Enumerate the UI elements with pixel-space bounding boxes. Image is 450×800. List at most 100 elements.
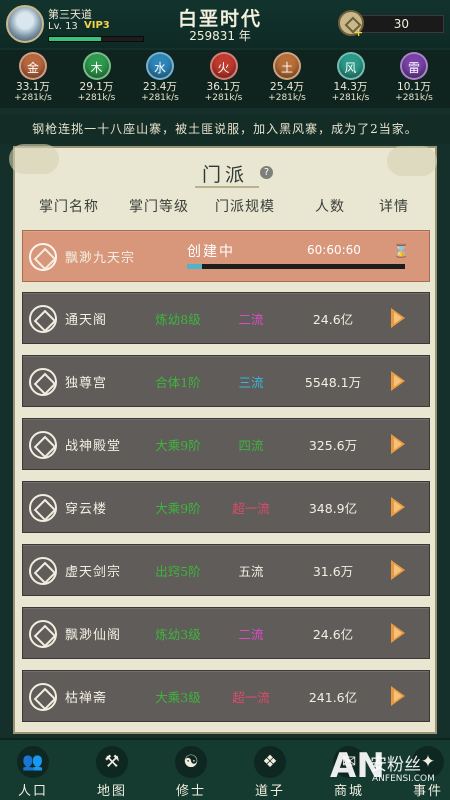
element-orb-icon: 木	[82, 52, 111, 80]
sect-emblem-icon	[29, 620, 57, 648]
sect-name: 通天阁	[65, 313, 108, 328]
coin-counter: 30	[360, 15, 444, 33]
sect-name: 枯禅斋	[65, 691, 108, 706]
coin-value: 30	[393, 17, 409, 31]
element-resource[interactable]: 土 25.4万 +281k/s	[256, 52, 318, 108]
nav-item[interactable]: ⚒ 地图	[82, 746, 142, 799]
sect-panel: 门派 ? 掌门名称 掌门等级 门派规模 人数 详情 飘渺九天宗 创建中 60:6…	[9, 144, 437, 734]
element-orb-icon: 火	[209, 52, 238, 80]
sect-leader-level: 炼幼8级	[155, 312, 201, 327]
element-resource[interactable]: 风 14.3万 +281k/s	[320, 52, 382, 108]
element-resource[interactable]: 水 23.4万 +281k/s	[129, 52, 191, 108]
sect-emblem-icon	[29, 494, 57, 522]
vip-badge[interactable]: VIP3	[84, 20, 110, 31]
sect-emblem-icon	[29, 243, 57, 271]
details-arrow-icon[interactable]	[391, 308, 405, 328]
nav-item[interactable]: ❖ 道子	[240, 746, 300, 799]
sect-row[interactable]: 飘渺仙阁 炼幼3级 二流 24.6亿	[22, 607, 430, 659]
sect-row[interactable]: 枯禅斋 大乘3级 超一流 241.6亿	[22, 670, 430, 722]
element-rate: +281k/s	[141, 93, 179, 103]
panel-title: 门派	[201, 164, 248, 186]
sect-emblem-icon	[29, 368, 57, 396]
element-resource[interactable]: 火 36.1万 +281k/s	[193, 52, 255, 108]
nav-glyph: ☯	[183, 752, 199, 772]
element-resource[interactable]: 金 33.1万 +281k/s	[2, 52, 64, 108]
col-header-leader-level: 掌门等级	[129, 199, 189, 215]
sect-row[interactable]: 独尊宫 合体1阶 三流 5548.1万	[22, 355, 430, 407]
sect-leader-level: 大乘9阶	[155, 438, 201, 453]
xp-bar	[48, 36, 144, 42]
sect-scale: 四流	[238, 438, 264, 453]
sect-row[interactable]: 通天阁 炼幼8级 二流 24.6亿	[22, 292, 430, 344]
details-arrow-icon[interactable]	[391, 434, 405, 454]
details-arrow-icon[interactable]	[391, 686, 405, 706]
element-orb-icon: 风	[336, 52, 365, 80]
element-rate: +281k/s	[331, 93, 370, 103]
sect-name: 虚天剑宗	[65, 565, 122, 580]
sect-row[interactable]: 虚天剑宗 出窍5阶 五流 31.6万	[22, 544, 430, 596]
details-arrow-icon[interactable]	[391, 560, 405, 580]
col-header-leader-name: 掌门名称	[39, 199, 99, 215]
sect-leader-level: 大乘9阶	[155, 501, 201, 516]
sect-scale: 二流	[238, 627, 264, 642]
element-value: 10.1万	[397, 81, 431, 93]
sect-emblem-icon	[29, 557, 57, 585]
nav-item[interactable]: ☯ 修士	[161, 746, 221, 799]
sect-scale: 超一流	[232, 690, 270, 705]
building-timer: 60:60:60	[307, 243, 361, 257]
nav-glyph: 👥	[22, 752, 44, 772]
hourglass-icon[interactable]: ⌛	[393, 244, 409, 259]
nav-glyph: ⚒	[104, 752, 120, 772]
watermark-en: ANFENSI.COM	[372, 774, 435, 784]
sect-scale: 五流	[238, 564, 264, 579]
sect-emblem-icon	[29, 683, 57, 711]
era-year: 259831 年	[189, 29, 251, 43]
element-rate: +281k/s	[77, 93, 116, 103]
sect-population: 5548.1万	[304, 375, 362, 390]
building-progress-fill	[187, 264, 203, 269]
sect-population: 348.9亿	[308, 501, 358, 516]
sect-row[interactable]: 战神殿堂 大乘9阶 四流 325.6万	[22, 418, 430, 470]
sect-name: 飘渺仙阁	[65, 628, 122, 643]
element-value: 36.1万	[206, 81, 241, 93]
player-avatar[interactable]	[6, 5, 44, 43]
player-level: Lv. 13	[48, 21, 78, 32]
element-rate: +281k/s	[395, 93, 433, 103]
element-orb-icon: 雷	[400, 52, 428, 80]
element-value: 29.1万	[79, 81, 114, 93]
sect-population: 325.6万	[308, 438, 358, 453]
sect-row[interactable]: 穿云楼 大乘9阶 超一流 348.9亿	[22, 481, 430, 533]
nav-item[interactable]: 👥 人口	[3, 746, 63, 799]
sect-population: 24.6亿	[312, 627, 354, 642]
element-orb-icon: 水	[146, 52, 174, 80]
col-header-population: 人数	[315, 199, 345, 215]
col-header-details: 详情	[379, 199, 409, 215]
building-sect-row[interactable]: 飘渺九天宗 创建中 60:60:60 ⌛	[22, 230, 430, 282]
element-value: 25.4万	[270, 81, 304, 93]
element-value: 33.1万	[16, 81, 50, 93]
building-progress-bar	[187, 264, 405, 269]
sect-leader-level: 炼幼3级	[155, 627, 201, 642]
element-orb-icon: 土	[273, 52, 301, 80]
daozi-icon: ❖	[254, 746, 286, 778]
element-rate: +281k/s	[268, 93, 306, 103]
help-icon[interactable]: ?	[260, 166, 273, 179]
sect-scale: 超一流	[232, 501, 270, 516]
element-value: 23.4万	[143, 81, 177, 93]
sect-name: 战神殿堂	[65, 439, 122, 454]
watermark-logo: AN 安粉丝 ANFENSI.COM	[330, 742, 450, 800]
nav-label: 地图	[96, 784, 127, 799]
details-arrow-icon[interactable]	[391, 623, 405, 643]
sect-population: 241.6亿	[308, 690, 358, 705]
building-status: 创建中	[187, 244, 235, 260]
xp-bar-fill	[49, 37, 101, 41]
elements-bar: 金 33.1万 +281k/s 木 29.1万 +281k/s 水 23.4万 +281k/s 火…	[0, 50, 450, 108]
details-arrow-icon[interactable]	[391, 371, 405, 391]
building-sect-name: 飘渺九天宗	[65, 251, 136, 266]
element-resource[interactable]: 木 29.1万 +281k/s	[66, 52, 128, 108]
add-coins-plus-icon[interactable]: +	[354, 26, 363, 39]
details-arrow-icon[interactable]	[391, 497, 405, 517]
element-resource[interactable]: 雷 10.1万 +281k/s	[383, 52, 445, 108]
sect-population: 24.6亿	[312, 312, 354, 327]
cultivator-icon: ☯	[175, 746, 207, 778]
